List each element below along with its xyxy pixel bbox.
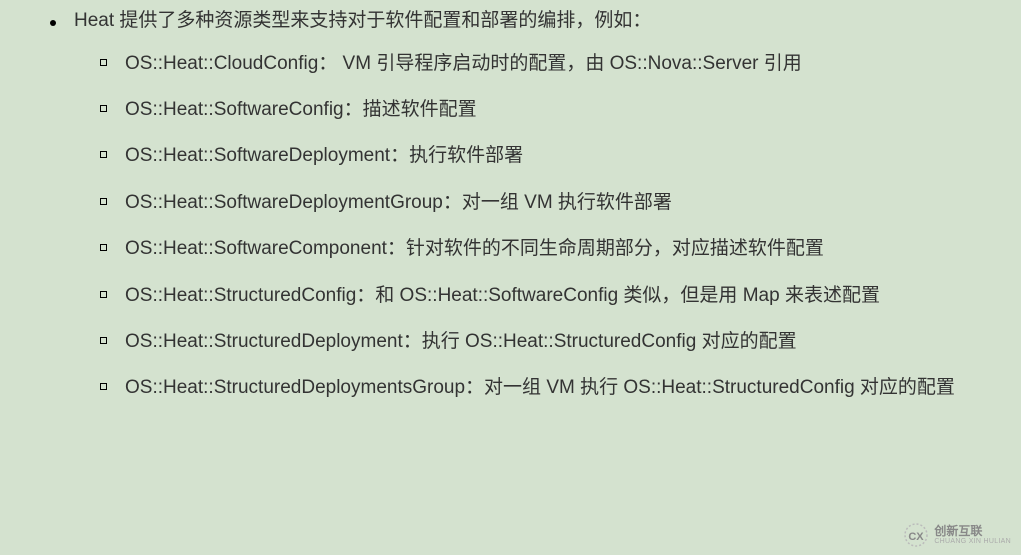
watermark-logo-icon: CX — [902, 521, 930, 549]
svg-text:CX: CX — [909, 531, 925, 543]
sub-list-item: OS::Heat::StructuredDeployment：执行 OS::He… — [100, 327, 981, 357]
sub-list-item: OS::Heat::SoftwareDeployment：执行软件部署 — [100, 141, 981, 171]
sub-item-text: OS::Heat::SoftwareDeploymentGroup：对一组 VM… — [125, 188, 672, 218]
sub-item-text: OS::Heat::SoftwareDeployment：执行软件部署 — [125, 141, 523, 171]
sub-item-text: OS::Heat::CloudConfig： VM 引导程序启动时的配置，由 O… — [125, 49, 802, 79]
square-bullet-icon — [100, 59, 107, 66]
sub-list-item: OS::Heat::StructuredDeploymentsGroup：对一组… — [100, 373, 981, 403]
sub-item-text: OS::Heat::SoftwareConfig：描述软件配置 — [125, 95, 477, 125]
main-list-item: Heat 提供了多种资源类型来支持对于软件配置和部署的编排，例如： — [50, 8, 981, 35]
sub-list-item: OS::Heat::SoftwareComponent：针对软件的不同生命周期部… — [100, 234, 981, 264]
square-bullet-icon — [100, 291, 107, 298]
watermark: CX 创新互联 CHUANG XIN HULIAN — [902, 521, 1011, 549]
square-bullet-icon — [100, 198, 107, 205]
watermark-text-group: 创新互联 CHUANG XIN HULIAN — [934, 525, 1011, 546]
square-bullet-icon — [100, 244, 107, 251]
sub-list-item: OS::Heat::CloudConfig： VM 引导程序启动时的配置，由 O… — [100, 49, 981, 79]
sub-list-item: OS::Heat::SoftwareConfig：描述软件配置 — [100, 95, 981, 125]
sub-list: OS::Heat::CloudConfig： VM 引导程序启动时的配置，由 O… — [100, 49, 981, 404]
dot-bullet-icon — [50, 20, 56, 26]
sub-item-text: OS::Heat::StructuredDeploymentsGroup：对一组… — [125, 373, 955, 403]
square-bullet-icon — [100, 337, 107, 344]
square-bullet-icon — [100, 151, 107, 158]
sub-list-item: OS::Heat::SoftwareDeploymentGroup：对一组 VM… — [100, 188, 981, 218]
watermark-en-text: CHUANG XIN HULIAN — [934, 538, 1011, 546]
square-bullet-icon — [100, 105, 107, 112]
sub-list-item: OS::Heat::StructuredConfig：和 OS::Heat::S… — [100, 281, 981, 311]
square-bullet-icon — [100, 383, 107, 390]
watermark-cn-text: 创新互联 — [934, 525, 1011, 538]
sub-item-text: OS::Heat::StructuredConfig：和 OS::Heat::S… — [125, 281, 880, 311]
sub-item-text: OS::Heat::StructuredDeployment：执行 OS::He… — [125, 327, 797, 357]
main-bullet-text: Heat 提供了多种资源类型来支持对于软件配置和部署的编排，例如： — [74, 8, 651, 35]
sub-item-text: OS::Heat::SoftwareComponent：针对软件的不同生命周期部… — [125, 234, 824, 264]
